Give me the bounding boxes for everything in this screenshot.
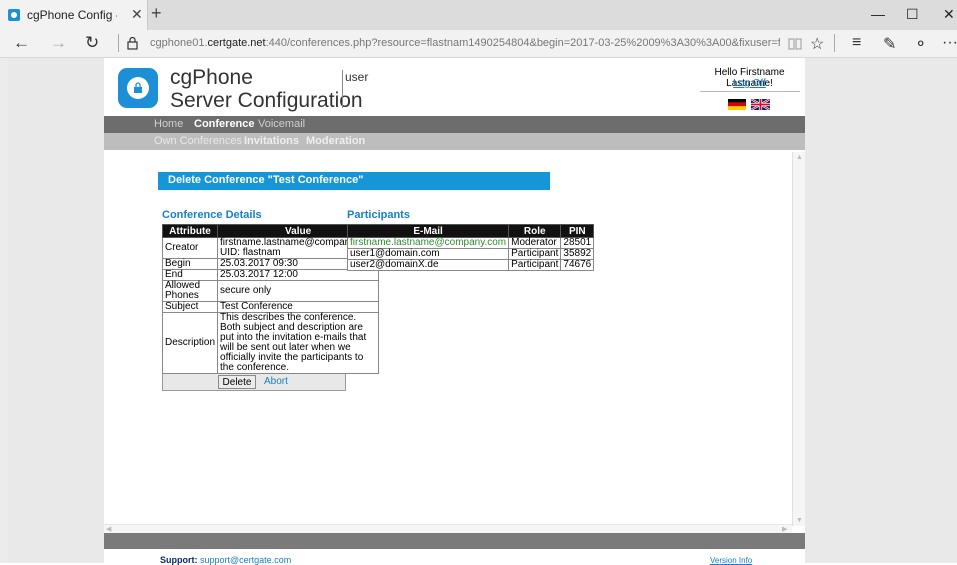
support-email-link[interactable]: support@certgate.com	[200, 555, 291, 565]
window-close-icon[interactable]: ✕	[943, 6, 955, 23]
sub-nav: Own Conferences Invitations Moderation	[104, 133, 805, 150]
user-role-label: user	[345, 70, 369, 84]
nav-home[interactable]: Home	[154, 118, 183, 130]
participant-email: firstname.lastname@company.com	[346, 237, 510, 249]
subnav-invitations[interactable]: Invitations	[244, 135, 299, 147]
page-heading-bar: Delete Conference "Test Conference"	[158, 172, 550, 190]
url-domain: certgate.net	[207, 37, 266, 49]
subject-value: Test Conference	[217, 301, 380, 313]
header-email: E-Mail	[346, 224, 510, 238]
header-role: Role	[508, 224, 562, 238]
cgphone-logo-icon	[118, 68, 158, 108]
back-icon[interactable]: ←	[13, 33, 30, 53]
brand-title: cgPhone	[170, 66, 253, 89]
toolbar-separator	[834, 34, 835, 52]
reading-view-icon[interactable]	[788, 38, 802, 50]
address-bar: ← → ↻ cgphone01.certgate.net:440/confere…	[0, 30, 957, 58]
version-info-link[interactable]: Version Info	[710, 556, 752, 565]
table-header-row: E-Mail Role PIN	[346, 224, 595, 238]
hub-icon[interactable]: ≡	[852, 34, 861, 52]
web-note-icon[interactable]: ✎	[883, 34, 896, 54]
scroll-right-icon[interactable]: ▶	[782, 525, 787, 533]
share-icon[interactable]: ⚬	[914, 34, 927, 54]
forward-icon[interactable]: →	[50, 33, 67, 53]
vertical-scrollbar[interactable]: ▲ ▼	[792, 152, 805, 526]
nav-voicemail[interactable]: Voicemail	[258, 118, 305, 130]
participant-role: Participant	[508, 248, 562, 260]
subject-label: Subject	[161, 301, 219, 313]
favorite-star-icon[interactable]: ☆	[810, 34, 824, 54]
table-row: firstname.lastname@company.com Moderator…	[346, 237, 595, 249]
action-row: Delete Abort	[162, 374, 346, 391]
allowed-label-line2: Phones	[165, 290, 199, 301]
scroll-up-icon[interactable]: ▲	[796, 154, 803, 161]
table-row: Allowed Phones secure only	[161, 280, 380, 302]
conference-details-title: Conference Details	[162, 209, 262, 221]
end-value: 25.03.2017 12:00	[217, 269, 380, 281]
description-line: the conference.	[220, 362, 289, 373]
url-prefix: cgphone01.	[150, 37, 208, 49]
url-field[interactable]: cgphone01.certgate.net:440/conferences.p…	[150, 37, 780, 49]
begin-label: Begin	[161, 258, 219, 270]
url-path: :440/conferences.php?resource=flastnam14…	[265, 37, 780, 49]
footer-bar	[104, 533, 805, 549]
allowed-phones-value: secure only	[217, 280, 380, 302]
participant-pin: 35892	[560, 248, 595, 260]
delete-button[interactable]: Delete	[218, 375, 256, 389]
logo-lock-icon	[134, 82, 142, 93]
participant-pin: 28501	[560, 237, 595, 249]
app-content: cgPhone Server Configuration user Hello …	[104, 58, 805, 565]
description-value: This describes the conference. Both subj…	[217, 312, 380, 374]
more-icon[interactable]: ···	[942, 34, 957, 52]
header-pin: PIN	[560, 224, 595, 238]
greeting-divider	[700, 91, 800, 92]
end-label: End	[161, 269, 219, 281]
table-row: user2@domainX.de Participant 74676	[346, 259, 595, 271]
outer-scroll-strip	[0, 58, 8, 563]
allowed-phones-label: Allowed Phones	[161, 280, 219, 302]
new-tab-icon[interactable]: +	[151, 3, 162, 24]
browser-tab[interactable]: cgPhone Config - User I ✕	[0, 0, 148, 30]
creator-label: Creator	[161, 237, 219, 259]
tab-favicon-icon	[8, 9, 20, 21]
tab-title: cgPhone Config - User I	[27, 8, 117, 22]
scroll-down-icon[interactable]: ▼	[796, 517, 803, 524]
address-separator	[118, 34, 119, 52]
header-attribute: Attribute	[161, 224, 219, 238]
tab-close-icon[interactable]: ✕	[131, 6, 143, 23]
german-flag-icon[interactable]	[728, 99, 746, 110]
participant-email: user1@domain.com	[346, 248, 510, 260]
uk-flag-icon[interactable]	[751, 99, 770, 110]
subnav-own-conferences[interactable]: Own Conferences	[154, 135, 242, 147]
main-nav: Home Conference Voicemail	[104, 116, 805, 133]
subnav-moderation[interactable]: Moderation	[306, 135, 365, 147]
abort-link[interactable]: Abort	[264, 376, 288, 387]
logoff-link[interactable]: Log Off	[696, 78, 803, 89]
brand-subtitle: Server Configuration	[170, 89, 363, 112]
header-divider	[342, 70, 343, 108]
table-row: End 25.03.2017 12:00	[161, 269, 380, 281]
refresh-icon[interactable]: ↻	[85, 33, 99, 53]
table-row: user1@domain.com Participant 35892	[346, 248, 595, 260]
scroll-left-icon[interactable]: ◀	[106, 525, 111, 533]
support-line: Support: support@certgate.com	[160, 555, 291, 565]
participants-table: E-Mail Role PIN firstname.lastname@compa…	[346, 224, 595, 271]
minimize-icon[interactable]: —	[871, 6, 885, 22]
participant-pin: 74676	[560, 259, 595, 271]
participant-role: Participant	[508, 259, 562, 271]
table-row: Subject Test Conference	[161, 301, 380, 313]
maximize-icon[interactable]: ☐	[906, 6, 919, 23]
description-label: Description	[161, 312, 219, 374]
lock-icon	[127, 37, 138, 50]
support-label: Support:	[160, 555, 198, 565]
participant-role: Moderator	[508, 237, 562, 249]
participants-title: Participants	[347, 209, 410, 221]
page-title: Delete Conference "Test Conference"	[168, 174, 364, 186]
nav-conference[interactable]: Conference	[194, 118, 255, 130]
participant-email: user2@domainX.de	[346, 259, 510, 271]
table-row: Description This describes the conferenc…	[161, 312, 380, 374]
browser-titlebar: cgPhone Config - User I ✕ + — ☐ ✕	[0, 0, 957, 30]
